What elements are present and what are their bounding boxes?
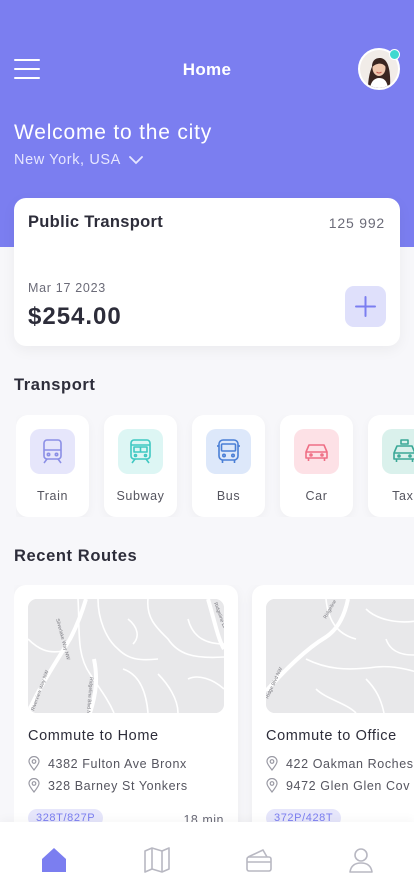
route-destination-text: 328 Barney St Yonkers	[48, 778, 188, 793]
route-map: Ridgeline Ridge Blvd NW	[266, 599, 414, 713]
profile-icon	[349, 848, 373, 873]
nav-wallet[interactable]	[243, 844, 275, 876]
route-origin-text: 4382 Fulton Ave Bronx	[48, 756, 187, 771]
location-pin-icon	[28, 778, 40, 793]
route-origin: 4382 Fulton Ave Bronx	[28, 756, 187, 771]
route-card-office[interactable]: Ridgeline Ridge Blvd NW Commute to Offic…	[252, 585, 414, 825]
route-title: Commute to Home	[28, 728, 159, 744]
transport-label: Taxi	[392, 489, 414, 503]
transport-label: Car	[305, 489, 328, 503]
route-origin: 422 Oakman Roches	[266, 756, 414, 771]
route-destination-text: 9472 Glen Glen Cov	[286, 778, 411, 793]
transport-item-taxi[interactable]: Taxi	[368, 415, 414, 517]
location-selector[interactable]: New York, USA	[14, 152, 143, 168]
nav-map[interactable]	[141, 844, 173, 876]
train-icon	[30, 429, 75, 474]
route-card-home[interactable]: Silverlake Way NW Ridgeline Blvd NW Ridg…	[14, 585, 238, 825]
transport-label: Train	[36, 489, 68, 503]
car-icon	[294, 429, 339, 474]
bottom-navigation	[0, 822, 414, 896]
recent-routes-list: Silverlake Way NW Ridgeline Blvd NW Ridg…	[14, 585, 414, 825]
transport-label: Subway	[116, 489, 165, 503]
route-destination: 328 Barney St Yonkers	[28, 778, 188, 793]
nav-home[interactable]	[38, 844, 70, 876]
plus-icon	[355, 296, 376, 317]
transport-item-train[interactable]: Train	[16, 415, 89, 517]
card-number: 125 992	[328, 215, 385, 231]
card-title: Public Transport	[28, 213, 163, 231]
transport-heading: Transport	[14, 376, 96, 394]
subway-icon	[118, 429, 163, 474]
location-pin-icon	[266, 778, 278, 793]
transport-item-car[interactable]: Car	[280, 415, 353, 517]
welcome-heading: Welcome to the city	[14, 121, 213, 144]
balance-card[interactable]: Public Transport 125 992 Mar 17 2023 $25…	[14, 198, 400, 346]
card-date: Mar 17 2023	[28, 281, 106, 295]
transport-item-bus[interactable]: Bus	[192, 415, 265, 517]
transport-label: Bus	[216, 489, 241, 503]
add-funds-button[interactable]	[345, 286, 386, 327]
route-origin-text: 422 Oakman Roches	[286, 756, 414, 771]
bus-icon	[206, 429, 251, 474]
transport-list: Train Subway Bus Car Tax	[16, 415, 414, 517]
route-title: Commute to Office	[266, 728, 397, 744]
wallet-icon	[246, 849, 272, 872]
recent-routes-heading: Recent Routes	[14, 547, 138, 565]
transport-item-subway[interactable]: Subway	[104, 415, 177, 517]
route-map: Silverlake Way NW Ridgeline Blvd NW Ridg…	[28, 599, 224, 713]
card-balance: $254.00	[28, 303, 122, 330]
nav-profile[interactable]	[345, 844, 377, 876]
home-icon	[42, 848, 66, 872]
page-title: Home	[182, 60, 232, 79]
map-icon	[144, 847, 170, 873]
location-pin-icon	[266, 756, 278, 771]
taxi-icon	[382, 429, 414, 474]
online-status-dot	[389, 49, 400, 60]
chevron-down-icon	[129, 155, 143, 164]
location-label: New York, USA	[14, 152, 121, 168]
location-pin-icon	[28, 756, 40, 771]
route-destination: 9472 Glen Glen Cov	[266, 778, 410, 793]
